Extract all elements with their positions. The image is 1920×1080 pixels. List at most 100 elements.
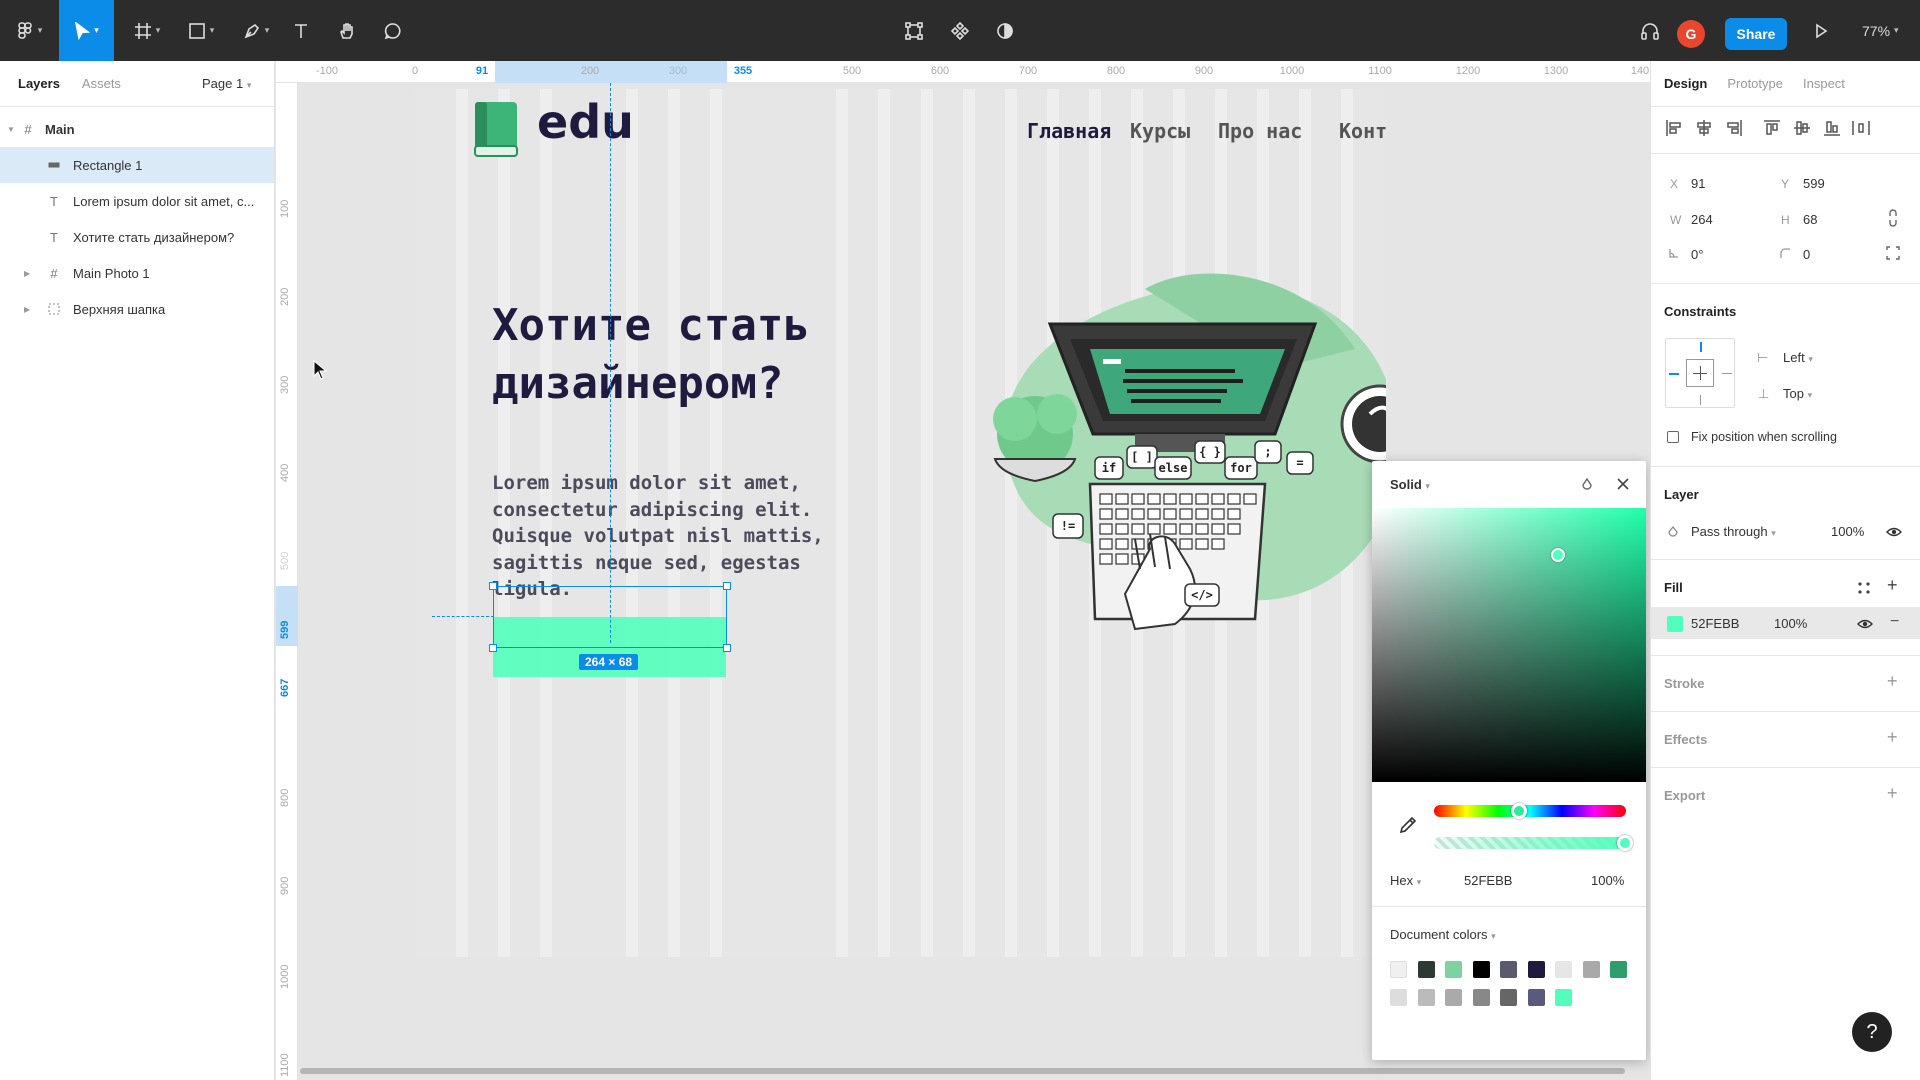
eyedropper-icon[interactable] <box>1398 815 1418 835</box>
frame-main[interactable]: edu Главная Курсы Про нас Контакты Хотит… <box>415 89 1386 957</box>
resize-handle[interactable] <box>489 644 497 652</box>
constraint-top[interactable] <box>1700 342 1702 352</box>
add-effect-button[interactable]: + <box>1887 727 1898 748</box>
layer-hero-title[interactable]: T Хотите стать дизайнером? <box>0 219 274 255</box>
expand-arrow-icon[interactable]: ▶ <box>24 269 30 278</box>
color-swatch[interactable] <box>1445 961 1462 978</box>
expand-arrow-icon[interactable]: ▶ <box>24 305 30 314</box>
color-swatch[interactable] <box>1555 989 1572 1006</box>
present-button[interactable] <box>1808 0 1834 61</box>
color-swatch[interactable] <box>1500 961 1517 978</box>
y-input[interactable]: 599 <box>1803 176 1825 191</box>
distribute-icon[interactable] <box>1852 121 1870 135</box>
vertical-constraint-dropdown[interactable]: Top ▾ <box>1783 386 1812 401</box>
color-knob[interactable] <box>1551 548 1565 562</box>
constraint-center-h[interactable] <box>1693 373 1707 374</box>
style-grid-icon[interactable] <box>1857 581 1871 595</box>
add-fill-button[interactable]: + <box>1887 575 1898 596</box>
opacity-knob[interactable] <box>1617 835 1633 851</box>
eye-icon[interactable] <box>1886 525 1902 539</box>
layer-main-photo[interactable]: ▶ # Main Photo 1 <box>0 255 274 291</box>
color-swatch[interactable] <box>1610 961 1627 978</box>
color-swatch[interactable] <box>1472 989 1490 1006</box>
component-button[interactable] <box>947 0 973 61</box>
shape-tool-button[interactable]: ▾ <box>180 0 222 61</box>
tab-prototype[interactable]: Prototype <box>1727 76 1783 91</box>
nav-link-about[interactable]: Про нас <box>1218 119 1302 143</box>
hue-slider[interactable] <box>1434 805 1626 817</box>
horizontal-scrollbar[interactable] <box>300 1068 1625 1074</box>
nav-link-contacts[interactable]: Контакты <box>1339 119 1386 143</box>
align-bottom-icon[interactable] <box>1824 121 1840 136</box>
selection-box[interactable] <box>493 586 727 648</box>
color-swatch[interactable] <box>1417 961 1435 978</box>
fill-color-swatch[interactable] <box>1667 616 1683 632</box>
constrain-proportions-icon[interactable] <box>1887 209 1899 227</box>
rotation-input[interactable]: 0° <box>1691 247 1703 262</box>
remove-fill-button[interactable]: − <box>1890 613 1899 631</box>
fill-opacity-input[interactable]: 100% <box>1774 616 1807 631</box>
page-selector[interactable]: Page 1 ▾ <box>202 76 251 91</box>
frame-tool-button[interactable]: ▾ <box>126 0 168 61</box>
nav-link-courses[interactable]: Курсы <box>1130 119 1190 143</box>
constraint-bottom[interactable] <box>1700 395 1701 405</box>
hero-title[interactable]: Хотите стать дизайнером? <box>492 297 912 413</box>
independent-corners-icon[interactable] <box>1886 246 1900 260</box>
share-button[interactable]: Share <box>1725 18 1787 50</box>
opacity-slider[interactable] <box>1434 837 1626 849</box>
layer-rectangle-1[interactable]: Rectangle 1 <box>0 147 274 183</box>
constraints-widget[interactable] <box>1665 338 1735 408</box>
hero-text[interactable]: Lorem ipsum dolor sit amet, consectetur … <box>492 470 892 603</box>
tab-inspect[interactable]: Inspect <box>1803 76 1845 91</box>
layer-main[interactable]: ▼ # Main <box>0 111 274 147</box>
tab-layers[interactable]: Layers <box>18 76 60 91</box>
layer-header-group[interactable]: ▶ Верхняя шапка <box>0 291 274 327</box>
constraint-left[interactable] <box>1669 373 1679 375</box>
edit-object-button[interactable] <box>901 0 927 61</box>
blend-drop-icon[interactable] <box>1579 477 1595 493</box>
zoom-menu[interactable]: 77% ▾ <box>1862 0 1899 61</box>
height-input[interactable]: 68 <box>1803 212 1817 227</box>
align-top-icon[interactable] <box>1764 120 1780 135</box>
color-swatch[interactable] <box>1500 989 1517 1006</box>
color-swatch[interactable] <box>1445 989 1462 1006</box>
align-left-icon[interactable] <box>1666 120 1681 136</box>
color-swatch[interactable] <box>1555 961 1572 978</box>
align-right-icon[interactable] <box>1727 120 1742 136</box>
color-swatch[interactable] <box>1527 989 1545 1006</box>
mask-button[interactable] <box>992 0 1018 61</box>
fill-type-dropdown[interactable]: Solid ▾ <box>1390 477 1430 492</box>
color-swatch[interactable] <box>1527 961 1545 978</box>
nav-link-home[interactable]: Главная <box>1027 119 1111 143</box>
resize-handle[interactable] <box>723 644 731 652</box>
opacity-input[interactable]: 100% <box>1591 873 1624 888</box>
resize-handle[interactable] <box>489 582 497 590</box>
x-input[interactable]: 91 <box>1691 176 1705 191</box>
fix-position-checkbox[interactable] <box>1667 431 1679 443</box>
eye-icon[interactable] <box>1857 617 1873 631</box>
hex-input[interactable]: 52FEBB <box>1464 873 1512 888</box>
hue-knob[interactable] <box>1511 803 1527 819</box>
avatar[interactable]: G <box>1677 20 1705 48</box>
pen-tool-button[interactable]: ▾ <box>235 0 277 61</box>
tab-design[interactable]: Design <box>1664 76 1707 91</box>
document-colors-dropdown[interactable]: Document colors ▾ <box>1390 927 1496 942</box>
corner-radius-input[interactable]: 0 <box>1803 247 1810 262</box>
layer-opacity-input[interactable]: 100% <box>1831 524 1864 539</box>
tab-assets[interactable]: Assets <box>82 76 121 91</box>
color-format-dropdown[interactable]: Hex ▾ <box>1390 873 1421 888</box>
color-swatch[interactable] <box>1582 961 1600 978</box>
fill-hex-input[interactable]: 52FEBB <box>1691 616 1739 631</box>
collapse-arrow-icon[interactable]: ▼ <box>7 125 15 134</box>
text-tool-button[interactable] <box>288 0 314 61</box>
fill-row[interactable]: 52FEBB 100% − <box>1651 607 1920 639</box>
constraint-right[interactable] <box>1722 373 1732 374</box>
layer-lorem-text[interactable]: T Lorem ipsum dolor sit amet, c... <box>0 183 274 219</box>
main-menu-button[interactable]: ▾ <box>8 0 50 61</box>
comment-tool-button[interactable] <box>380 0 406 61</box>
resize-handle[interactable] <box>723 582 731 590</box>
audio-button[interactable] <box>1637 0 1663 61</box>
close-icon[interactable] <box>1616 477 1630 491</box>
align-center-h-icon[interactable] <box>1697 120 1711 136</box>
hand-tool-button[interactable] <box>334 0 360 61</box>
